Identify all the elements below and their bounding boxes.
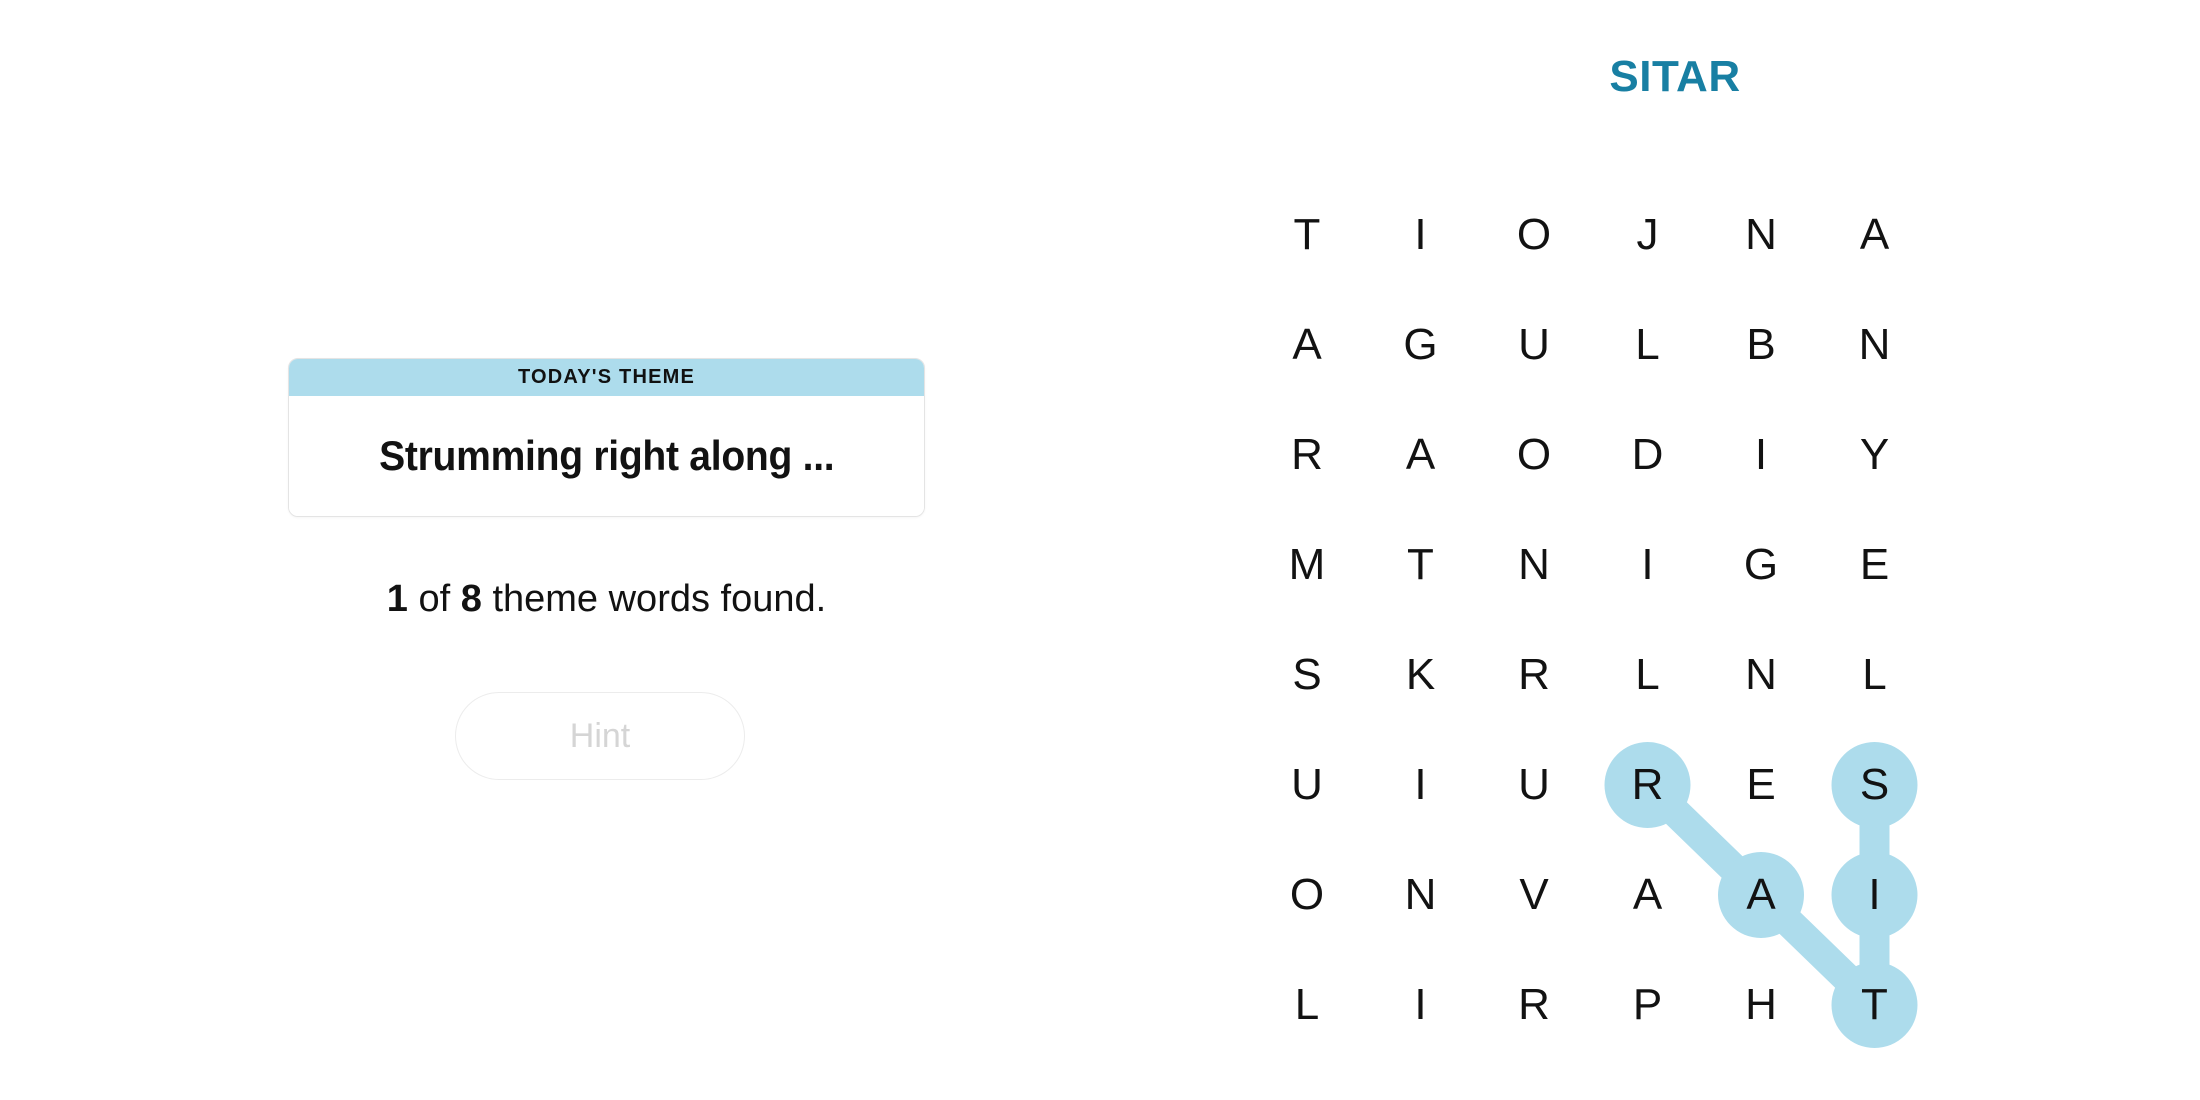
grid-cell-r6-c2[interactable]: V: [1488, 849, 1580, 941]
grid-cell-r6-c4[interactable]: A: [1715, 849, 1807, 941]
grid-cell-r2-c3[interactable]: D: [1602, 409, 1694, 501]
grid-cell-r7-c3[interactable]: P: [1602, 959, 1694, 1051]
grid-cell-r6-c5[interactable]: I: [1829, 849, 1921, 941]
grid-cell-r1-c1[interactable]: G: [1375, 299, 1467, 391]
info-panel: TODAY'S THEME Strumming right along ... …: [0, 0, 1220, 1100]
grid-cell-r0-c1[interactable]: I: [1375, 189, 1467, 281]
grid-cell-r6-c1[interactable]: N: [1375, 849, 1467, 941]
total-count: 8: [460, 578, 482, 620]
puzzle-panel: SITAR TIOJNAAGULBNRAODIYMTNIGESKRLNLUIUR…: [1220, 0, 2200, 1100]
grid-cell-r1-c4[interactable]: B: [1715, 299, 1807, 391]
grid-cell-r4-c3[interactable]: L: [1602, 629, 1694, 721]
grid-cell-r0-c4[interactable]: N: [1715, 189, 1807, 281]
todays-theme-card: TODAY'S THEME Strumming right along ...: [288, 358, 925, 517]
grid-cell-r3-c5[interactable]: E: [1829, 519, 1921, 611]
grid-cell-r4-c2[interactable]: R: [1488, 629, 1580, 721]
grid-cell-r3-c0[interactable]: M: [1261, 519, 1353, 611]
grid-cell-r7-c0[interactable]: L: [1261, 959, 1353, 1051]
theme-words-progress: 1 of 8 theme words found.: [288, 578, 925, 621]
grid-cell-r2-c4[interactable]: I: [1715, 409, 1807, 501]
grid-cell-r4-c0[interactable]: S: [1261, 629, 1353, 721]
grid-cell-r1-c0[interactable]: A: [1261, 299, 1353, 391]
grid-cell-r4-c1[interactable]: K: [1375, 629, 1467, 721]
grid-cell-r2-c0[interactable]: R: [1261, 409, 1353, 501]
theme-card-body: Strumming right along ...: [289, 396, 924, 516]
grid-cell-r0-c3[interactable]: J: [1602, 189, 1694, 281]
grid-cell-r5-c1[interactable]: I: [1375, 739, 1467, 831]
grid-cell-r2-c5[interactable]: Y: [1829, 409, 1921, 501]
progress-connector: of: [407, 578, 461, 620]
grid-cell-r7-c5[interactable]: T: [1829, 959, 1921, 1051]
hint-button[interactable]: Hint: [455, 692, 745, 780]
grid-cell-r6-c0[interactable]: O: [1261, 849, 1353, 941]
theme-card-header-label: TODAY'S THEME: [517, 366, 696, 388]
grid-cell-r3-c3[interactable]: I: [1602, 519, 1694, 611]
theme-text: Strumming right along ...: [378, 432, 835, 479]
found-count: 1: [386, 578, 408, 620]
grid-cell-r7-c1[interactable]: I: [1375, 959, 1467, 1051]
grid-cell-r7-c4[interactable]: H: [1715, 959, 1807, 1051]
grid-cell-r5-c4[interactable]: E: [1715, 739, 1807, 831]
grid-cell-r4-c5[interactable]: L: [1829, 629, 1921, 721]
grid-cell-r1-c2[interactable]: U: [1488, 299, 1580, 391]
grid-cell-r3-c1[interactable]: T: [1375, 519, 1467, 611]
grid-cell-r7-c2[interactable]: R: [1488, 959, 1580, 1051]
grid-cell-r5-c0[interactable]: U: [1261, 739, 1353, 831]
grid-cell-r0-c5[interactable]: A: [1829, 189, 1921, 281]
grid-cell-r5-c5[interactable]: S: [1829, 739, 1921, 831]
grid-cell-r3-c2[interactable]: N: [1488, 519, 1580, 611]
grid-cell-r1-c3[interactable]: L: [1602, 299, 1694, 391]
hint-button-label: Hint: [569, 716, 631, 755]
word-search-grid[interactable]: TIOJNAAGULBNRAODIYMTNIGESKRLNLUIURESONVA…: [1220, 0, 2200, 1100]
grid-cell-r3-c4[interactable]: G: [1715, 519, 1807, 611]
grid-cell-r2-c1[interactable]: A: [1375, 409, 1467, 501]
grid-cell-r1-c5[interactable]: N: [1829, 299, 1921, 391]
grid-cell-r4-c4[interactable]: N: [1715, 629, 1807, 721]
progress-suffix: theme words found.: [481, 578, 827, 620]
grid-cell-r5-c3[interactable]: R: [1602, 739, 1694, 831]
grid-cell-r5-c2[interactable]: U: [1488, 739, 1580, 831]
theme-card-header: TODAY'S THEME: [289, 359, 924, 396]
grid-cell-r0-c0[interactable]: T: [1261, 189, 1353, 281]
grid-cell-r6-c3[interactable]: A: [1602, 849, 1694, 941]
grid-cell-r0-c2[interactable]: O: [1488, 189, 1580, 281]
found-word-highlight: [1604, 742, 1918, 1048]
grid-cell-r2-c2[interactable]: O: [1488, 409, 1580, 501]
